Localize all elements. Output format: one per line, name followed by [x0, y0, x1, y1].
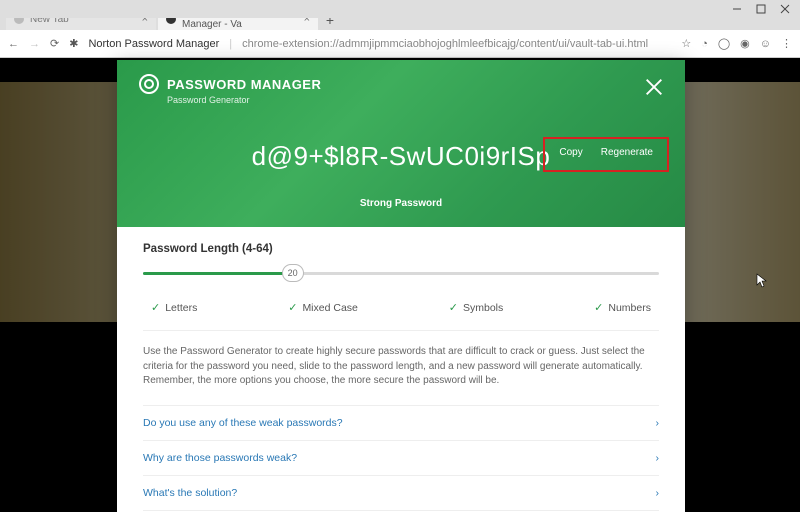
faq-question: What's the solution?: [143, 487, 237, 499]
reload-icon[interactable]: ⟳: [50, 37, 59, 50]
modal-header: PASSWORD MANAGER Password Generator d@9+…: [117, 60, 685, 227]
chevron-right-icon: ›: [656, 417, 660, 429]
options-row: ✓ Letters ✓ Mixed Case ✓ Symbols ✓ Numbers: [143, 297, 659, 331]
brand-title: PASSWORD MANAGER: [167, 77, 321, 92]
checkmark-icon: ✓: [449, 301, 458, 314]
length-slider[interactable]: 20: [143, 263, 659, 283]
strength-label: Strong Password: [139, 198, 663, 209]
minimize-icon[interactable]: [732, 4, 742, 18]
extension-icon: ✱: [69, 37, 78, 50]
extension-label: Norton Password Manager: [88, 38, 219, 50]
slider-thumb[interactable]: 20: [282, 264, 304, 282]
faq-question: Do you use any of these weak passwords?: [143, 417, 343, 429]
option-symbols[interactable]: ✓ Symbols: [449, 301, 503, 314]
option-numbers[interactable]: ✓ Numbers: [594, 301, 651, 314]
github-icon[interactable]: ◉: [740, 37, 750, 50]
checkmark-icon: ✓: [594, 301, 603, 314]
copy-button[interactable]: Copy: [559, 147, 582, 158]
menu-icon[interactable]: ⋮: [781, 37, 792, 50]
brand-subtitle: Password Generator: [167, 95, 663, 105]
description-text: Use the Password Generator to create hig…: [143, 331, 659, 406]
slider-fill: [143, 272, 293, 275]
option-label: Mixed Case: [302, 302, 357, 314]
cursor-icon: [756, 273, 770, 292]
checkmark-icon: ✓: [288, 301, 297, 314]
option-letters[interactable]: ✓ Letters: [151, 301, 197, 314]
circle-icon[interactable]: ◯: [718, 37, 730, 50]
generated-password: d@9+$l8R-SwUC0i9rISp: [252, 141, 551, 172]
faq-question: Why are those passwords weak?: [143, 452, 297, 464]
faq-item-why-weak[interactable]: Why are those passwords weak? ›: [143, 441, 659, 476]
profile-icon[interactable]: ☺: [760, 38, 771, 50]
shield-icon[interactable]: ◔: [701, 38, 708, 50]
back-icon[interactable]: ←: [8, 38, 19, 50]
option-label: Symbols: [463, 302, 503, 314]
faq-item-weak-passwords[interactable]: Do you use any of these weak passwords? …: [143, 406, 659, 441]
chevron-right-icon: ›: [656, 487, 660, 499]
checkmark-icon: ✓: [151, 301, 160, 314]
password-actions: Copy Regenerate: [543, 137, 669, 172]
star-icon[interactable]: ☆: [681, 37, 691, 50]
modal-body: Password Length (4-64) 20 ✓ Letters ✓ Mixe…: [117, 227, 685, 511]
brand-logo-icon: [139, 74, 159, 94]
option-mixed-case[interactable]: ✓ Mixed Case: [288, 301, 358, 314]
length-label: Password Length (4-64): [143, 243, 659, 255]
close-icon: [643, 76, 665, 98]
forward-icon[interactable]: →: [29, 38, 40, 50]
password-generator-modal: PASSWORD MANAGER Password Generator d@9+…: [117, 60, 685, 512]
regenerate-button[interactable]: Regenerate: [601, 147, 653, 158]
option-label: Numbers: [608, 302, 651, 314]
maximize-icon[interactable]: [756, 4, 766, 18]
browser-toolbar: ← → ⟳ ✱ Norton Password Manager | chrome…: [0, 30, 800, 58]
address-bar[interactable]: chrome-extension://admmjipmmciaobhojoghl…: [242, 38, 671, 50]
chevron-right-icon: ›: [656, 452, 660, 464]
close-icon[interactable]: [780, 4, 790, 18]
faq-item-solution[interactable]: What's the solution? ›: [143, 476, 659, 511]
window-controls: [0, 0, 800, 18]
close-button[interactable]: [643, 76, 665, 103]
option-label: Letters: [165, 302, 197, 314]
